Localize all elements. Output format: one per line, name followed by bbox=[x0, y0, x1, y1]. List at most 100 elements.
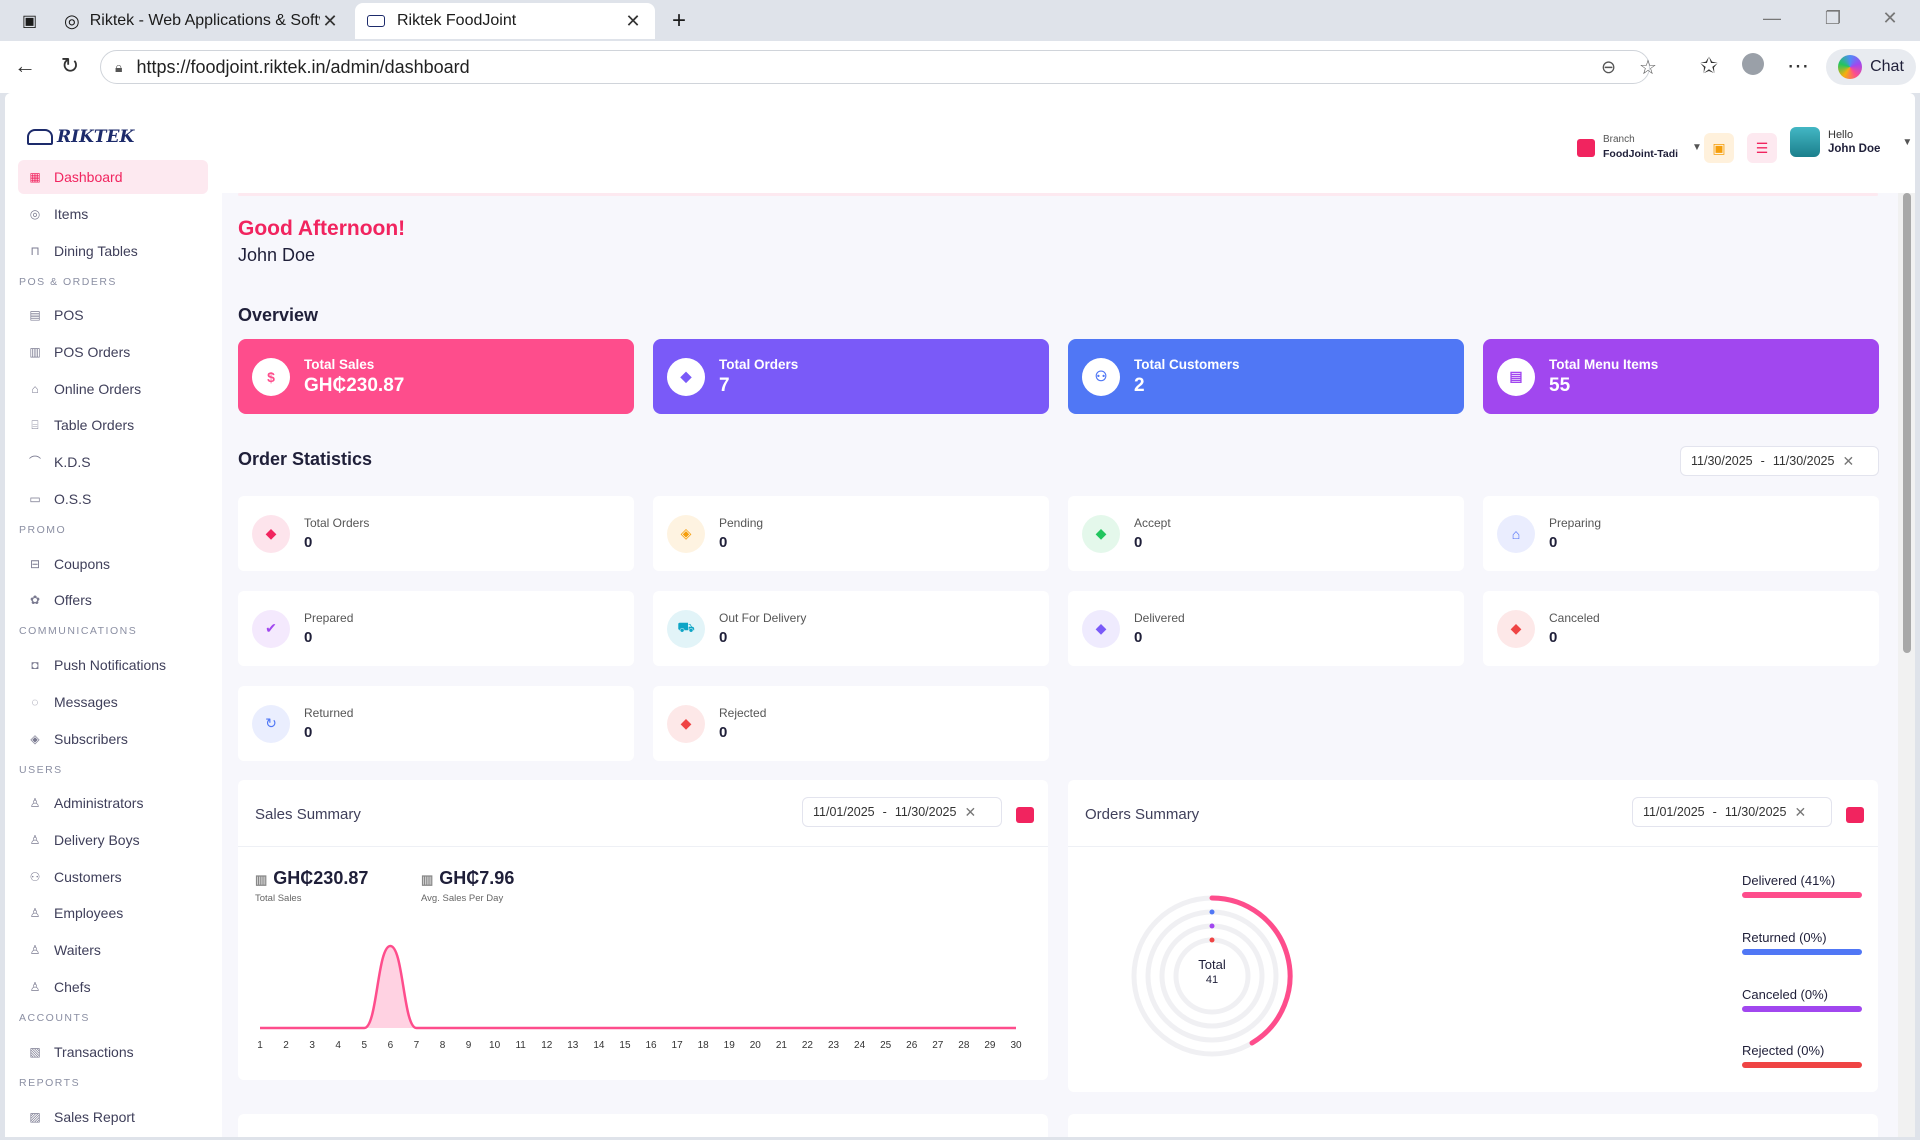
orders-summary-panel: Orders Summary 11/01/2025-11/30/2025 ✕ To… bbox=[1068, 780, 1878, 1092]
orders-summary-date-range[interactable]: 11/01/2025-11/30/2025 ✕ bbox=[1632, 797, 1832, 827]
reload-icon[interactable]: ↻ bbox=[55, 53, 85, 79]
stat-label: Pending bbox=[719, 516, 764, 530]
branch-label: Branch bbox=[1603, 134, 1635, 145]
stat-card-rejected[interactable]: ◆ Rejected 0 bbox=[653, 686, 1049, 761]
tab-riktek-foodjoint[interactable]: Riktek FoodJoint ✕ bbox=[355, 3, 655, 39]
overview-card-total-menu-items[interactable]: ▤ Total Menu Items 55 bbox=[1483, 339, 1879, 414]
language-icon[interactable]: ▣ bbox=[1704, 133, 1734, 163]
copilot-icon bbox=[1838, 55, 1863, 79]
profile-icon[interactable] bbox=[1738, 53, 1768, 81]
stat-text: Delivered 0 bbox=[1134, 611, 1185, 646]
sidebar-item-chefs[interactable]: ♙ Chefs bbox=[18, 970, 208, 1004]
zoom-icon[interactable]: ⊖ bbox=[1601, 57, 1616, 78]
copilot-chat-button[interactable]: Chat bbox=[1826, 49, 1916, 85]
date-from: 11/01/2025 bbox=[813, 805, 875, 819]
sidebar-item-waiters[interactable]: ♙ Waiters bbox=[18, 933, 208, 967]
date-separator: - bbox=[882, 805, 887, 819]
restore-icon[interactable]: ❐ bbox=[1813, 8, 1853, 29]
stat-label: Rejected bbox=[719, 706, 767, 720]
user-menu[interactable]: Hello John Doe ▼ bbox=[1790, 127, 1912, 157]
new-tab-icon[interactable]: + bbox=[660, 3, 700, 39]
sidebar-item-employees[interactable]: ♙ Employees bbox=[18, 896, 208, 930]
sidebar-item-offers[interactable]: ✿ Offers bbox=[18, 583, 208, 617]
stat-card-canceled[interactable]: ◆ Canceled 0 bbox=[1483, 591, 1879, 666]
store-icon bbox=[1577, 138, 1595, 157]
sidebar-item-label: Coupons bbox=[54, 556, 111, 572]
menu-toggle-icon[interactable]: ☰ bbox=[1747, 133, 1777, 163]
x-tick-label: 14 bbox=[593, 1040, 605, 1051]
sidebar-item-items[interactable]: ◎ Items bbox=[18, 197, 208, 231]
sidebar-item-pos-orders[interactable]: ▥ POS Orders bbox=[18, 335, 208, 369]
sidebar-item-administrators[interactable]: ♙ Administrators bbox=[18, 786, 208, 820]
close-window-icon[interactable]: ✕ bbox=[1870, 8, 1910, 29]
sidebar-item-pos[interactable]: ▤ POS bbox=[18, 298, 208, 332]
sidebar-item-label: O.S.S bbox=[54, 491, 92, 507]
back-icon[interactable]: ← bbox=[10, 53, 40, 79]
stat-text: Canceled 0 bbox=[1549, 611, 1600, 646]
stat-card-total-orders[interactable]: ◆ Total Orders 0 bbox=[238, 496, 634, 571]
sidebar-item-push-notifications[interactable]: ◘ Push Notifications bbox=[18, 648, 208, 682]
favorite-star-icon[interactable]: ☆ bbox=[1639, 55, 1657, 80]
stat-card-delivered[interactable]: ◆ Delivered 0 bbox=[1068, 591, 1464, 666]
sidebar-item-oss[interactable]: ▭ O.S.S bbox=[18, 482, 208, 516]
overview-card-total-customers[interactable]: ⚇ Total Customers 2 bbox=[1068, 339, 1464, 414]
stat-card-pending[interactable]: ◈ Pending 0 bbox=[653, 496, 1049, 571]
sidebar-item-subscribers[interactable]: ◈ Subscribers bbox=[18, 722, 208, 756]
sidebar-item-sales-report[interactable]: ▨ Sales Report bbox=[18, 1100, 208, 1134]
clear-date-icon[interactable]: ✕ bbox=[964, 804, 976, 821]
stat-card-prepared[interactable]: ✔ Prepared 0 bbox=[238, 591, 634, 666]
minimize-icon[interactable]: — bbox=[1752, 8, 1792, 29]
x-tick-label: 30 bbox=[1010, 1040, 1022, 1051]
sidebar-item-online-orders[interactable]: ⌂ Online Orders bbox=[18, 372, 208, 406]
stat-text: Accept 0 bbox=[1134, 516, 1171, 551]
scrollbar-thumb[interactable] bbox=[1903, 193, 1911, 653]
favorites-icon[interactable]: ✩ bbox=[1694, 53, 1724, 79]
overview-card-total-orders[interactable]: ◆ Total Orders 7 bbox=[653, 339, 1049, 414]
sidebar-item-transactions[interactable]: ▧ Transactions bbox=[18, 1035, 208, 1069]
sidebar-item-table-orders[interactable]: ⌸ Table Orders bbox=[18, 408, 208, 442]
x-tick-label: 24 bbox=[854, 1040, 866, 1051]
sidebar-item-dining-tables[interactable]: ⊓ Dining Tables bbox=[18, 234, 208, 268]
stat-label: Canceled bbox=[1549, 611, 1600, 625]
close-tab-icon[interactable]: ✕ bbox=[623, 11, 643, 32]
sidebar: RIKTEK ▦ Dashboard ◎ Items ⊓ Dining Tables … bbox=[5, 93, 222, 1137]
sidebar-item-label: Messages bbox=[54, 694, 118, 710]
overview-card-total-sales[interactable]: $ Total Sales GH₵230.87 bbox=[238, 339, 634, 414]
chef-icon: ♙ bbox=[29, 980, 41, 994]
transactions-icon: ▧ bbox=[29, 1045, 41, 1059]
stat-card-preparing[interactable]: ⌂ Preparing 0 bbox=[1483, 496, 1879, 571]
stat-card-out-for-delivery[interactable]: ⛟ Out For Delivery 0 bbox=[653, 591, 1049, 666]
sidebar-item-dashboard[interactable]: ▦ Dashboard bbox=[18, 160, 208, 194]
avg-sales-summary: ▥ GH₵7.96 Avg. Sales Per Day bbox=[421, 868, 514, 904]
bell-icon: ◘ bbox=[31, 658, 39, 672]
sidebar-item-label: Employees bbox=[54, 905, 124, 921]
address-bar[interactable]: 🔒︎ https://foodjoint.riktek.in/admin/das… bbox=[100, 50, 1657, 84]
sidebar-item-customers[interactable]: ⚇ Customers bbox=[18, 860, 208, 894]
user-icon: ♙ bbox=[29, 796, 41, 810]
overview-title: Overview bbox=[238, 305, 319, 325]
sidebar-item-label: Push Notifications bbox=[54, 657, 167, 673]
page-scrollbar[interactable] bbox=[1898, 193, 1915, 1137]
sidebar-item-messages[interactable]: ◌ Messages bbox=[18, 685, 208, 719]
clear-date-icon[interactable]: ✕ bbox=[1842, 453, 1854, 470]
more-icon[interactable]: ⋯ bbox=[1783, 53, 1813, 79]
stat-card-returned[interactable]: ↻ Returned 0 bbox=[238, 686, 634, 761]
sidebar-item-delivery-boys[interactable]: ♙ Delivery Boys bbox=[18, 823, 208, 857]
sidebar-item-kds[interactable]: ⌒ K.D.S bbox=[18, 445, 208, 479]
clear-date-icon[interactable]: ✕ bbox=[1794, 804, 1806, 821]
card-value: 55 bbox=[1549, 374, 1571, 396]
tab-actions-icon[interactable]: ▣ bbox=[10, 3, 50, 39]
x-tick-label: 10 bbox=[489, 1040, 501, 1051]
calendar-icon[interactable] bbox=[1016, 807, 1034, 823]
sidebar-item-coupons[interactable]: ⊟ Coupons bbox=[18, 547, 208, 581]
riktek-logo[interactable]: RIKTEK bbox=[27, 127, 134, 147]
stat-card-accept[interactable]: ◆ Accept 0 bbox=[1068, 496, 1464, 571]
close-tab-icon[interactable]: ✕ bbox=[320, 11, 340, 32]
box-icon: ◆ bbox=[667, 357, 705, 396]
branch-selector[interactable]: Branch FoodJoint-Tadi ▼ bbox=[1577, 133, 1702, 162]
order-statistics-date-range[interactable]: 11/30/2025-11/30/2025 ✕ bbox=[1680, 446, 1879, 476]
stat-value: 0 bbox=[719, 629, 728, 646]
sales-summary-date-range[interactable]: 11/01/2025-11/30/2025 ✕ bbox=[802, 797, 1002, 827]
tab-riktek-web[interactable]: ◎ Riktek - Web Applications & Software ✕ bbox=[52, 3, 352, 39]
calendar-icon[interactable] bbox=[1846, 807, 1864, 823]
